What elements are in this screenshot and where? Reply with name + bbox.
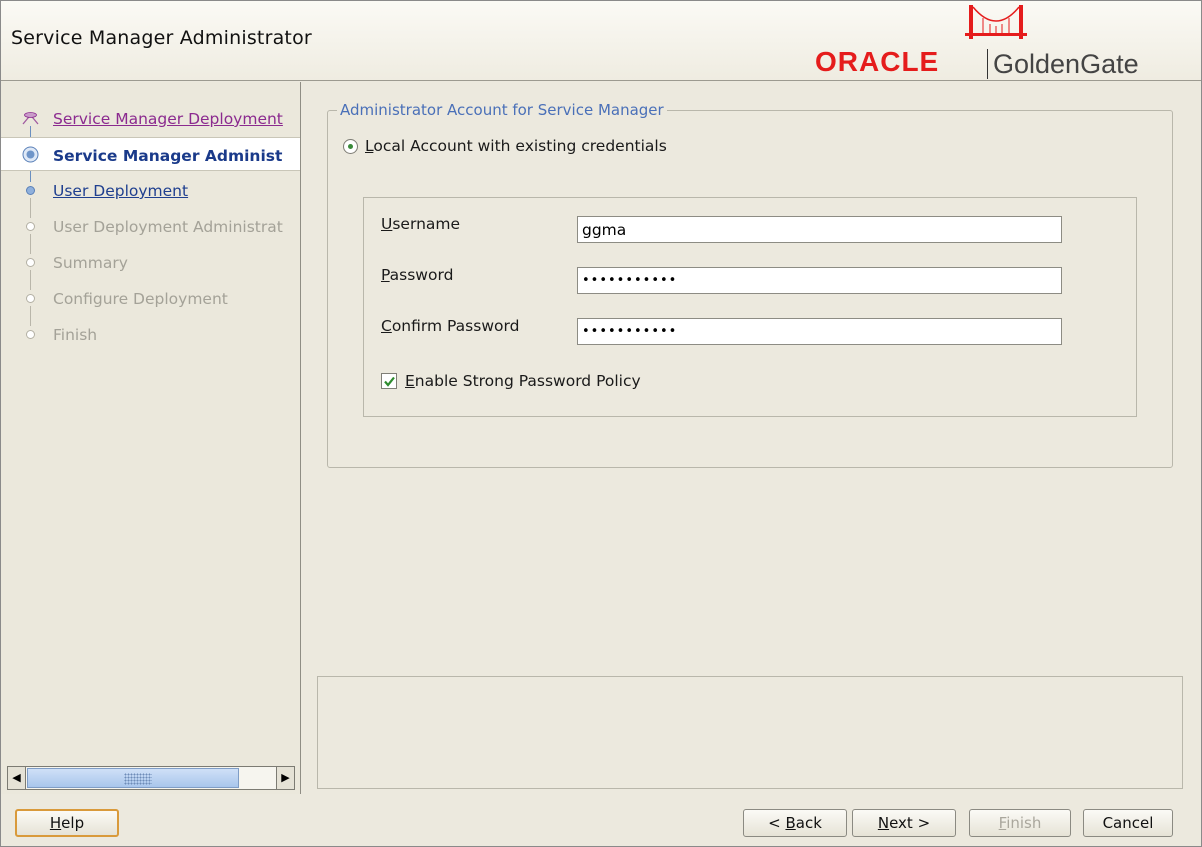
nav-step-user-deployment-administrator: User Deployment Administrat [1, 209, 300, 243]
nav-horizontal-scrollbar[interactable]: ◀ ▶ [7, 766, 295, 790]
header-banner: Service Manager Administrator ORACLE Gol… [1, 1, 1201, 81]
strong-password-checkbox[interactable] [381, 373, 397, 389]
radio-label: Local Account with existing credentials [365, 137, 667, 155]
back-button[interactable]: < Back [743, 809, 847, 837]
button-bar: Help < Back Next > Finish Cancel [1, 795, 1201, 846]
visited-step-icon [22, 112, 39, 125]
message-pane [317, 676, 1183, 789]
logo-goldengate-text: GoldenGate [993, 49, 1139, 79]
credentials-panel: Username Password Confirm Password Enabl… [363, 197, 1137, 417]
disabled-step-icon [26, 222, 35, 231]
current-step-icon [22, 146, 39, 163]
nav-step-label: Summary [53, 254, 128, 272]
nav-step-service-manager-administrator[interactable]: Service Manager Administ [1, 137, 300, 171]
oracle-goldengate-logo: ORACLE GoldenGate [815, 5, 1175, 79]
installer-window: Service Manager Administrator ORACLE Gol… [0, 0, 1202, 847]
page-title: Service Manager Administrator [11, 27, 312, 49]
nav-step-user-deployment[interactable]: User Deployment [1, 173, 300, 207]
confirm-password-input[interactable] [577, 318, 1062, 345]
password-label: Password [381, 266, 454, 284]
nav-step-label: Finish [53, 326, 98, 344]
strong-password-label: Enable Strong Password Policy [405, 372, 641, 390]
nav-step-service-manager-deployment[interactable]: Service Manager Deployment [1, 101, 300, 135]
next-button[interactable]: Next > [852, 809, 956, 837]
scrollbar-thumb[interactable] [27, 768, 239, 788]
nav-step-label: Configure Deployment [53, 290, 228, 308]
password-input[interactable] [577, 267, 1062, 294]
pending-step-icon [26, 186, 35, 195]
finish-button: Finish [969, 809, 1071, 837]
nav-step-label: Service Manager Administ [53, 147, 283, 165]
nav-step-summary: Summary [1, 245, 300, 279]
wizard-steps-nav: Service Manager Deployment Service Manag… [1, 82, 301, 794]
scroll-left-arrow-icon[interactable]: ◀ [8, 767, 26, 789]
scroll-right-arrow-icon[interactable]: ▶ [276, 767, 294, 789]
help-button[interactable]: Help [15, 809, 119, 837]
nav-step-label: Service Manager Deployment [53, 110, 283, 128]
disabled-step-icon [26, 294, 35, 303]
cancel-button[interactable]: Cancel [1083, 809, 1173, 837]
disabled-step-icon [26, 258, 35, 267]
scrollbar-grip [124, 773, 152, 785]
group-title: Administrator Account for Service Manage… [337, 101, 667, 119]
nav-step-configure-deployment: Configure Deployment [1, 281, 300, 315]
admin-account-group: Administrator Account for Service Manage… [327, 101, 1173, 468]
nav-step-label: User Deployment [53, 182, 189, 200]
checkmark-icon [384, 376, 395, 387]
bridge-icon [965, 5, 1027, 39]
logo-oracle-text: ORACLE [815, 46, 940, 77]
confirm-password-label: Confirm Password [381, 317, 520, 335]
nav-step-label: User Deployment Administrat [53, 218, 283, 236]
username-label: Username [381, 215, 461, 233]
radio-button[interactable] [343, 139, 358, 154]
main-content: Administrator Account for Service Manage… [302, 82, 1202, 794]
username-input[interactable] [577, 216, 1062, 243]
nav-step-finish: Finish [1, 317, 300, 351]
logo-divider [987, 49, 988, 79]
disabled-step-icon [26, 330, 35, 339]
